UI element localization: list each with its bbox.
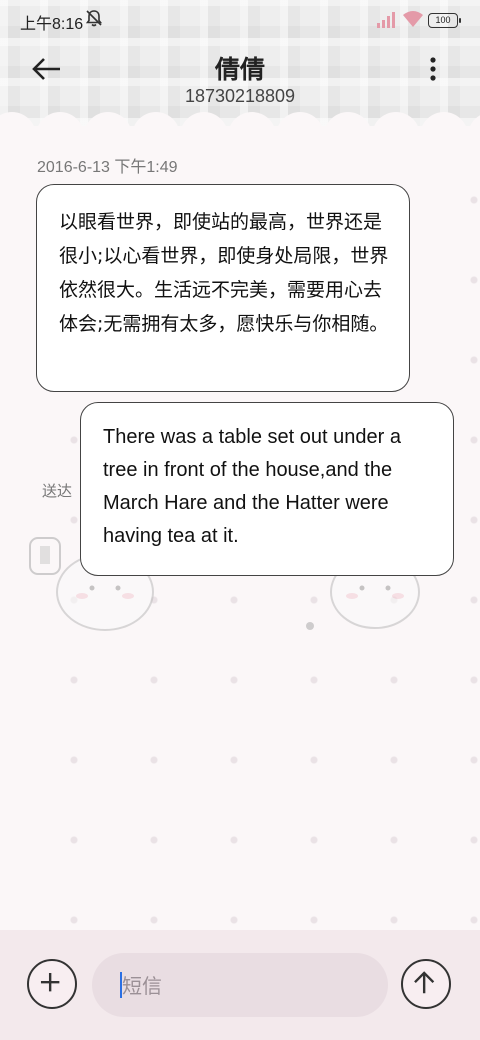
plus-icon bbox=[40, 972, 60, 992]
signal-icon bbox=[377, 12, 395, 28]
outgoing-message-text: There was a table set out under a tree i… bbox=[103, 426, 401, 547]
incoming-message-bubble[interactable]: 以眼看世界，即使站的最高，世界还是很小;以心看世界，即使身处局限，世界依然很大。… bbox=[36, 184, 410, 392]
more-options-icon[interactable] bbox=[422, 54, 444, 84]
contact-number: 18730218809 bbox=[184, 86, 296, 106]
incoming-message-text: 以眼看世界，即使站的最高，世界还是很小;以心看世界，即使身处局限，世界依然很大。… bbox=[59, 211, 389, 335]
send-button[interactable] bbox=[401, 959, 451, 1009]
delivery-status: 送达 bbox=[42, 482, 73, 500]
mute-icon bbox=[85, 10, 103, 27]
text-cursor bbox=[120, 972, 122, 998]
wifi-icon bbox=[403, 11, 423, 27]
add-attachment-button[interactable] bbox=[27, 959, 77, 1009]
outgoing-message-bubble[interactable]: There was a table set out under a tree i… bbox=[80, 402, 454, 576]
message-input-container[interactable] bbox=[92, 953, 388, 1019]
status-bar: 上午8:16 100 bbox=[0, 0, 480, 40]
message-input[interactable] bbox=[120, 953, 364, 1019]
battery-icon: 100 bbox=[428, 13, 461, 28]
message-timestamp: 2016-6-13 下午1:49 bbox=[37, 159, 178, 176]
arrow-up-icon bbox=[414, 971, 435, 994]
contact-name: 倩倩 bbox=[214, 55, 265, 84]
status-time: 上午8:16 bbox=[20, 16, 84, 33]
